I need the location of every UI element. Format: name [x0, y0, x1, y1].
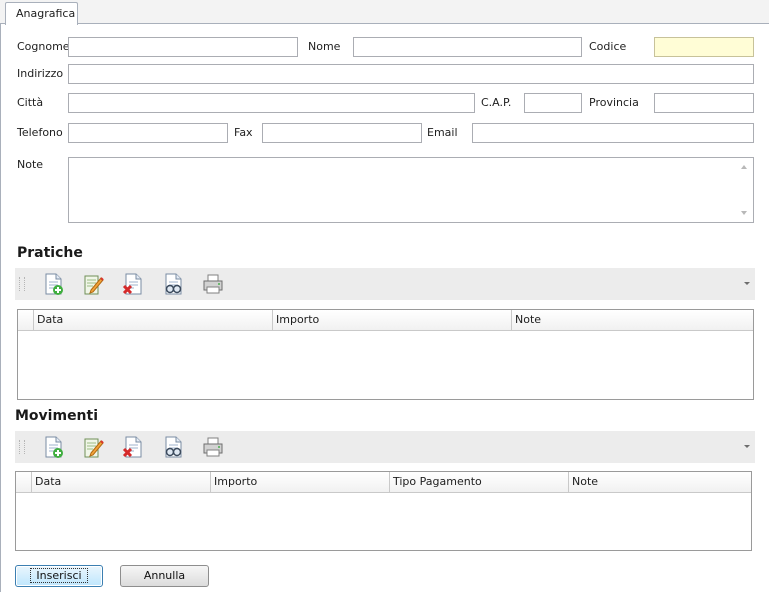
annulla-button[interactable]: Annulla: [120, 565, 209, 587]
tab-anagrafica[interactable]: Anagrafica: [5, 2, 78, 25]
panel-border: [0, 24, 1, 592]
email-label: Email: [427, 126, 458, 139]
movimenti-col-note[interactable]: Note: [568, 472, 751, 492]
citta-field[interactable]: [68, 93, 475, 113]
provincia-field[interactable]: [654, 93, 754, 113]
movimenti-edit-button[interactable]: [81, 435, 105, 459]
pratiche-title: Pratiche: [17, 245, 83, 261]
inserisci-label: Inserisci: [30, 568, 88, 583]
movimenti-col-data[interactable]: Data: [31, 472, 210, 492]
cap-label: C.A.P.: [481, 96, 512, 109]
movimenti-col-importo[interactable]: Importo: [210, 472, 389, 492]
pratiche-add-button[interactable]: [41, 272, 65, 296]
toolbar-overflow-icon[interactable]: [744, 282, 750, 285]
movimenti-grid[interactable]: Data Importo Tipo Pagamento Note: [15, 471, 752, 551]
edit-document-icon: [84, 275, 104, 295]
toolbar-overflow-icon[interactable]: [744, 445, 750, 448]
telefono-label: Telefono: [17, 126, 63, 139]
view-document-icon: [165, 436, 182, 458]
pratiche-edit-button[interactable]: [81, 272, 105, 296]
movimenti-col-tipo-pagamento[interactable]: Tipo Pagamento: [389, 472, 568, 492]
note-textarea[interactable]: [68, 157, 754, 223]
fax-label: Fax: [234, 126, 253, 139]
row-indicator: [16, 472, 31, 492]
pratiche-delete-button[interactable]: [121, 272, 145, 296]
movimenti-toolbar: [15, 431, 755, 463]
telefono-field[interactable]: [68, 123, 228, 143]
note-scrollbar[interactable]: [738, 159, 752, 221]
codice-label: Codice: [589, 40, 627, 53]
inserisci-button[interactable]: Inserisci: [15, 565, 103, 587]
nome-label: Nome: [308, 40, 341, 53]
movimenti-view-button[interactable]: [161, 435, 185, 459]
pratiche-col-importo[interactable]: Importo: [272, 310, 511, 330]
add-document-icon: [45, 273, 63, 295]
movimenti-title: Movimenti: [15, 408, 99, 424]
scroll-up-icon[interactable]: [741, 165, 747, 169]
print-icon: [203, 437, 223, 457]
movimenti-add-button[interactable]: [41, 435, 65, 459]
movimenti-grid-header: Data Importo Tipo Pagamento Note: [16, 472, 751, 493]
indirizzo-field[interactable]: [68, 64, 754, 84]
print-icon: [203, 274, 223, 294]
provincia-label: Provincia: [589, 96, 639, 109]
add-document-icon: [45, 436, 63, 458]
email-field[interactable]: [472, 123, 754, 143]
toolbar-grip[interactable]: [19, 277, 25, 291]
pratiche-print-button[interactable]: [201, 272, 225, 296]
movimenti-print-button[interactable]: [201, 435, 225, 459]
cap-field[interactable]: [524, 93, 582, 113]
citta-label: Città: [17, 96, 44, 109]
row-indicator: [18, 310, 33, 330]
view-document-icon: [165, 273, 182, 295]
fax-field[interactable]: [262, 123, 422, 143]
scroll-down-icon[interactable]: [741, 211, 747, 215]
pratiche-col-data[interactable]: Data: [33, 310, 272, 330]
cognome-field[interactable]: [68, 37, 298, 57]
pratiche-view-button[interactable]: [161, 272, 185, 296]
delete-document-icon: [122, 436, 142, 458]
toolbar-grip[interactable]: [19, 440, 25, 454]
delete-document-icon: [122, 273, 142, 295]
pratiche-toolbar: [15, 268, 755, 300]
codice-field[interactable]: [654, 37, 754, 57]
note-label: Note: [17, 158, 44, 171]
pratiche-grid[interactable]: Data Importo Note: [17, 309, 754, 400]
nome-field[interactable]: [353, 37, 582, 57]
indirizzo-label: Indirizzo: [17, 67, 64, 80]
annulla-label: Annulla: [143, 569, 186, 582]
pratiche-grid-header: Data Importo Note: [18, 310, 753, 331]
edit-document-icon: [84, 438, 104, 458]
movimenti-delete-button[interactable]: [121, 435, 145, 459]
cognome-label: Cognome: [17, 40, 70, 53]
tab-strip: [0, 0, 769, 24]
pratiche-col-note[interactable]: Note: [511, 310, 753, 330]
